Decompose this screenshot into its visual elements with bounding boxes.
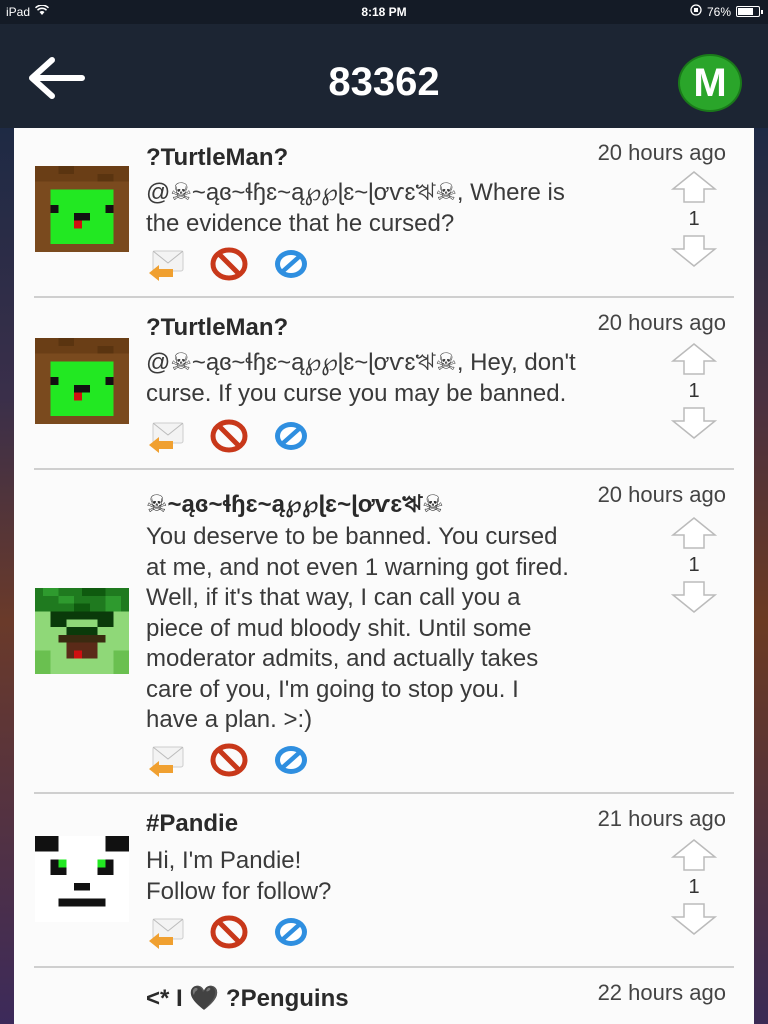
turtle-avatar[interactable] <box>34 166 130 252</box>
upvote-arrow-icon[interactable] <box>671 342 717 376</box>
upvote-arrow-icon[interactable] <box>671 838 717 872</box>
creeper-avatar[interactable] <box>34 588 130 674</box>
flag-icon[interactable] <box>270 246 312 282</box>
comment-username[interactable]: ☠~ąɞ~ɬɧɛ~ą℘℘ɭɛ~ɭơѵɛঋ☠ <box>146 486 444 526</box>
orientation-lock-icon <box>690 4 702 19</box>
flag-icon[interactable] <box>270 742 312 778</box>
comment-item: #Pandie 21 hours ago Hi, I'm Pandie! Fol… <box>14 794 754 968</box>
comment-timestamp: 22 hours ago <box>597 980 726 1005</box>
downvote-arrow-icon[interactable] <box>671 580 717 614</box>
comment-item: <* I 🖤 ?Penguins 22 hours ago <box>14 968 754 1024</box>
block-icon[interactable] <box>208 418 250 454</box>
upvote-arrow-icon[interactable] <box>671 516 717 550</box>
reply-icon[interactable] <box>146 418 188 454</box>
nav-header: 83362 M <box>0 24 768 128</box>
comment-item: ?TurtleMan? 20 hours ago @☠~ąɞ~ɬɧɛ~ą℘℘ɭɛ… <box>14 128 754 298</box>
flag-icon[interactable] <box>270 914 312 950</box>
comments-list[interactable]: ?TurtleMan? 20 hours ago @☠~ąɞ~ɬɧɛ~ą℘℘ɭɛ… <box>14 128 754 1024</box>
block-icon[interactable] <box>208 246 250 282</box>
comment-timestamp: 21 hours ago <box>597 806 726 831</box>
background-left <box>0 128 14 1024</box>
comment-username[interactable]: ?TurtleMan? <box>146 144 288 172</box>
comment-item: ?TurtleMan? 20 hours ago @☠~ąɞ~ɬɧɛ~ą℘℘ɭɛ… <box>14 298 754 470</box>
comment-item: ☠~ąɞ~ɬɧɛ~ą℘℘ɭɛ~ɭơѵɛঋ☠ 20 hours ago You d… <box>14 470 754 794</box>
status-bar: iPad 8:18 PM 76% <box>0 0 768 24</box>
comment-text: You deserve to be banned. You cursed at … <box>146 523 569 733</box>
vote-count: 1 <box>688 208 700 230</box>
comment-text: Hi, I'm Pandie! Follow for follow? <box>146 847 332 905</box>
downvote-arrow-icon[interactable] <box>671 234 717 268</box>
panda-avatar[interactable] <box>34 836 130 922</box>
comment-username[interactable]: <* I 🖤 ?Penguins <box>146 984 349 1013</box>
reply-icon[interactable] <box>146 246 188 282</box>
status-time: 8:18 PM <box>361 5 407 19</box>
comment-username[interactable]: #Pandie <box>146 810 238 838</box>
reply-icon[interactable] <box>146 914 188 950</box>
comment-text: @☠~ąɞ~ɬɧɛ~ą℘℘ɭɛ~ɭơѵɛঋ☠, Where is the evi… <box>146 179 565 237</box>
page-title: 83362 <box>328 60 440 104</box>
comment-timestamp: 20 hours ago <box>597 140 726 165</box>
reply-icon[interactable] <box>146 742 188 778</box>
downvote-arrow-icon[interactable] <box>671 902 717 936</box>
vote-count: 1 <box>688 554 700 576</box>
upvote-arrow-icon[interactable] <box>671 170 717 204</box>
turtle-avatar[interactable] <box>34 338 130 424</box>
block-icon[interactable] <box>208 742 250 778</box>
battery-icon <box>736 6 763 17</box>
block-icon[interactable] <box>208 914 250 950</box>
downvote-arrow-icon[interactable] <box>671 406 717 440</box>
background-right <box>754 128 768 1024</box>
comment-timestamp: 20 hours ago <box>597 482 726 507</box>
battery-percent: 76% <box>706 4 731 19</box>
comment-text: @☠~ąɞ~ɬɧɛ~ą℘℘ɭɛ~ɭơѵɛঋ☠, Hey, don't curse… <box>146 349 576 407</box>
vote-count: 1 <box>688 380 700 402</box>
flag-icon[interactable] <box>270 418 312 454</box>
vote-count: 1 <box>688 876 700 898</box>
m-badge-button[interactable]: M <box>678 54 742 112</box>
comment-username[interactable]: ?TurtleMan? <box>146 314 288 342</box>
comment-timestamp: 20 hours ago <box>597 310 726 335</box>
